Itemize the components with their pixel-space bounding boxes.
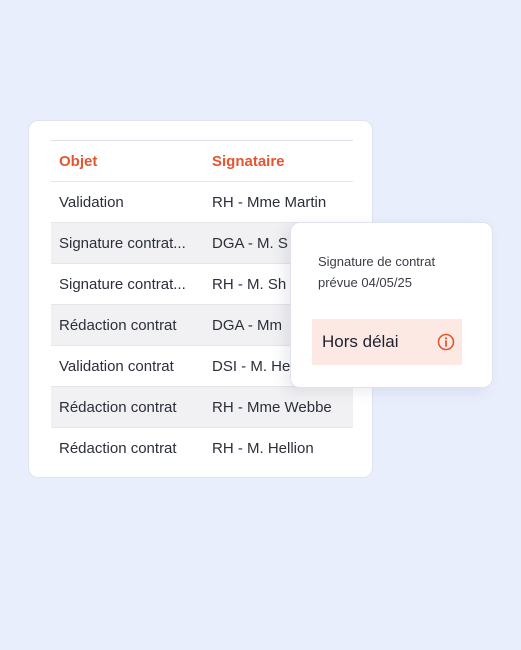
cell-signataire: RH - Mme Martin: [212, 193, 327, 211]
status-badge: Hors délai: [312, 319, 462, 365]
info-icon[interactable]: [437, 333, 455, 351]
signature-detail-text: Signature de contrat prévue 04/05/25: [318, 251, 478, 293]
column-header-objet[interactable]: Objet: [51, 153, 212, 170]
detail-line-date: prévue 04/05/25: [318, 275, 412, 290]
cell-objet: Validation: [59, 193, 124, 211]
table-row[interactable]: Rédaction contrat RH - Mme Webbe: [51, 387, 353, 428]
status-label: Hors délai: [322, 332, 399, 351]
column-header-signataire[interactable]: Signataire: [212, 153, 353, 170]
detail-line-title: Signature de contrat: [318, 254, 436, 269]
table-row[interactable]: Validation RH - Mme Martin: [51, 182, 353, 223]
table-header: Objet Signataire: [51, 141, 353, 182]
cell-objet: Rédaction contrat: [59, 316, 177, 334]
cell-objet: Rédaction contrat: [59, 398, 177, 416]
cell-signataire: RH - M. Hellion: [212, 439, 314, 457]
table-row[interactable]: Rédaction contrat RH - M. Hellion: [51, 428, 353, 468]
cell-objet: Validation contrat: [59, 357, 174, 375]
cell-objet: Signature contrat...: [59, 234, 186, 252]
signature-detail-popover: Signature de contrat prévue 04/05/25 Hor…: [290, 222, 493, 388]
cell-signataire: RH - Mme Webbe: [212, 398, 332, 416]
cell-objet: Rédaction contrat: [59, 439, 177, 457]
cell-objet: Signature contrat...: [59, 275, 186, 293]
